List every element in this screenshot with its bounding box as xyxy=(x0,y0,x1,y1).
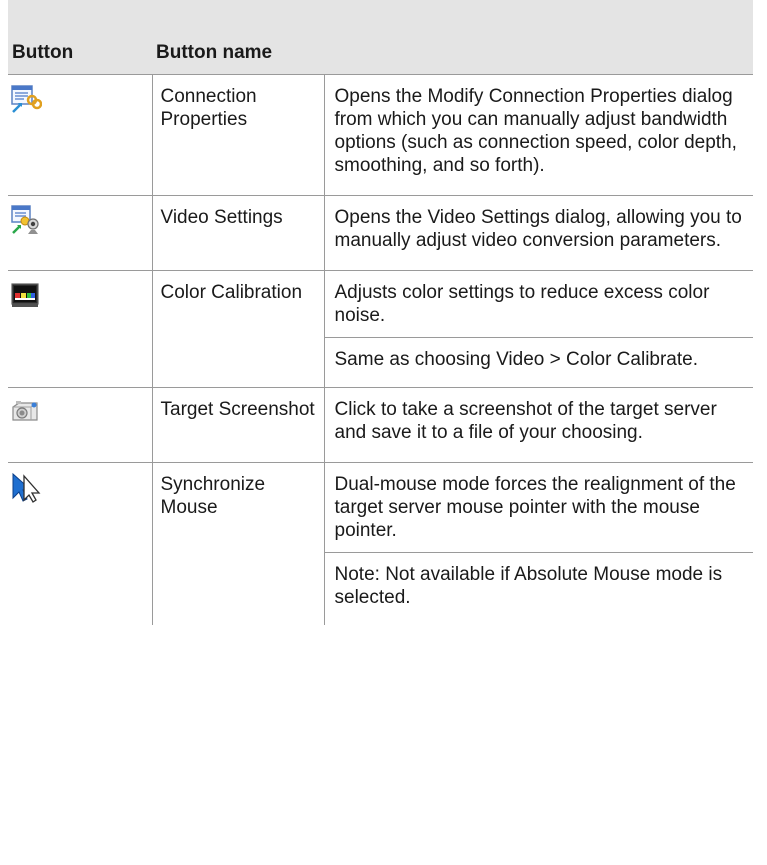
table-row: Color Calibration Adjusts color settings… xyxy=(8,270,753,388)
table-row: Synchronize Mouse Dual-mouse mode forces… xyxy=(8,462,753,625)
description-cell: Click to take a screenshot of the target… xyxy=(324,387,753,463)
document-page: Button Button name Connection Properties… xyxy=(0,0,767,625)
header-button-name: Button name xyxy=(152,32,324,75)
color-calibration-icon xyxy=(11,283,39,307)
video-settings-icon xyxy=(11,205,39,234)
header-button: Button xyxy=(8,32,152,75)
connection-properties-icon xyxy=(11,85,42,113)
button-reference-table: Button Button name Connection Properties… xyxy=(8,0,753,625)
button-name-cell: Color Calibration xyxy=(152,270,325,388)
description-note: Same as choosing Video > Color Calibrate… xyxy=(324,337,753,379)
button-name-cell: Synchronize Mouse xyxy=(152,462,325,625)
table-row: Video Settings Opens the Video Settings … xyxy=(8,195,753,271)
button-name-cell: Connection Properties xyxy=(152,74,325,196)
description-note: Note: Not available if Absolute Mouse mo… xyxy=(324,552,753,617)
table-row: Target Screenshot Click to take a screen… xyxy=(8,387,753,463)
mouse-pointer-icon xyxy=(12,472,41,503)
table-row: Connection Properties Opens the Modify C… xyxy=(8,74,753,196)
description-text: Click to take a screenshot of the target… xyxy=(334,399,717,443)
description-text: Opens the Video Settings dialog, allowin… xyxy=(334,207,742,251)
description-text: Opens the Modify Connection Properties d… xyxy=(334,86,737,176)
header-description xyxy=(324,32,753,75)
button-name-cell: Video Settings xyxy=(152,195,325,271)
description-cell: Opens the Video Settings dialog, allowin… xyxy=(324,195,753,271)
description-cell: Opens the Modify Connection Properties d… xyxy=(324,74,753,196)
description-cell: Dual-mouse mode forces the realignment o… xyxy=(324,462,753,625)
description-text: Adjusts color settings to reduce excess … xyxy=(334,282,710,326)
table-header: Button Button name xyxy=(8,0,753,75)
camera-icon xyxy=(12,401,38,421)
description-text: Dual-mouse mode forces the realignment o… xyxy=(334,474,736,541)
description-cell: Adjusts color settings to reduce excess … xyxy=(324,270,753,388)
button-name-cell: Target Screenshot xyxy=(152,387,325,463)
